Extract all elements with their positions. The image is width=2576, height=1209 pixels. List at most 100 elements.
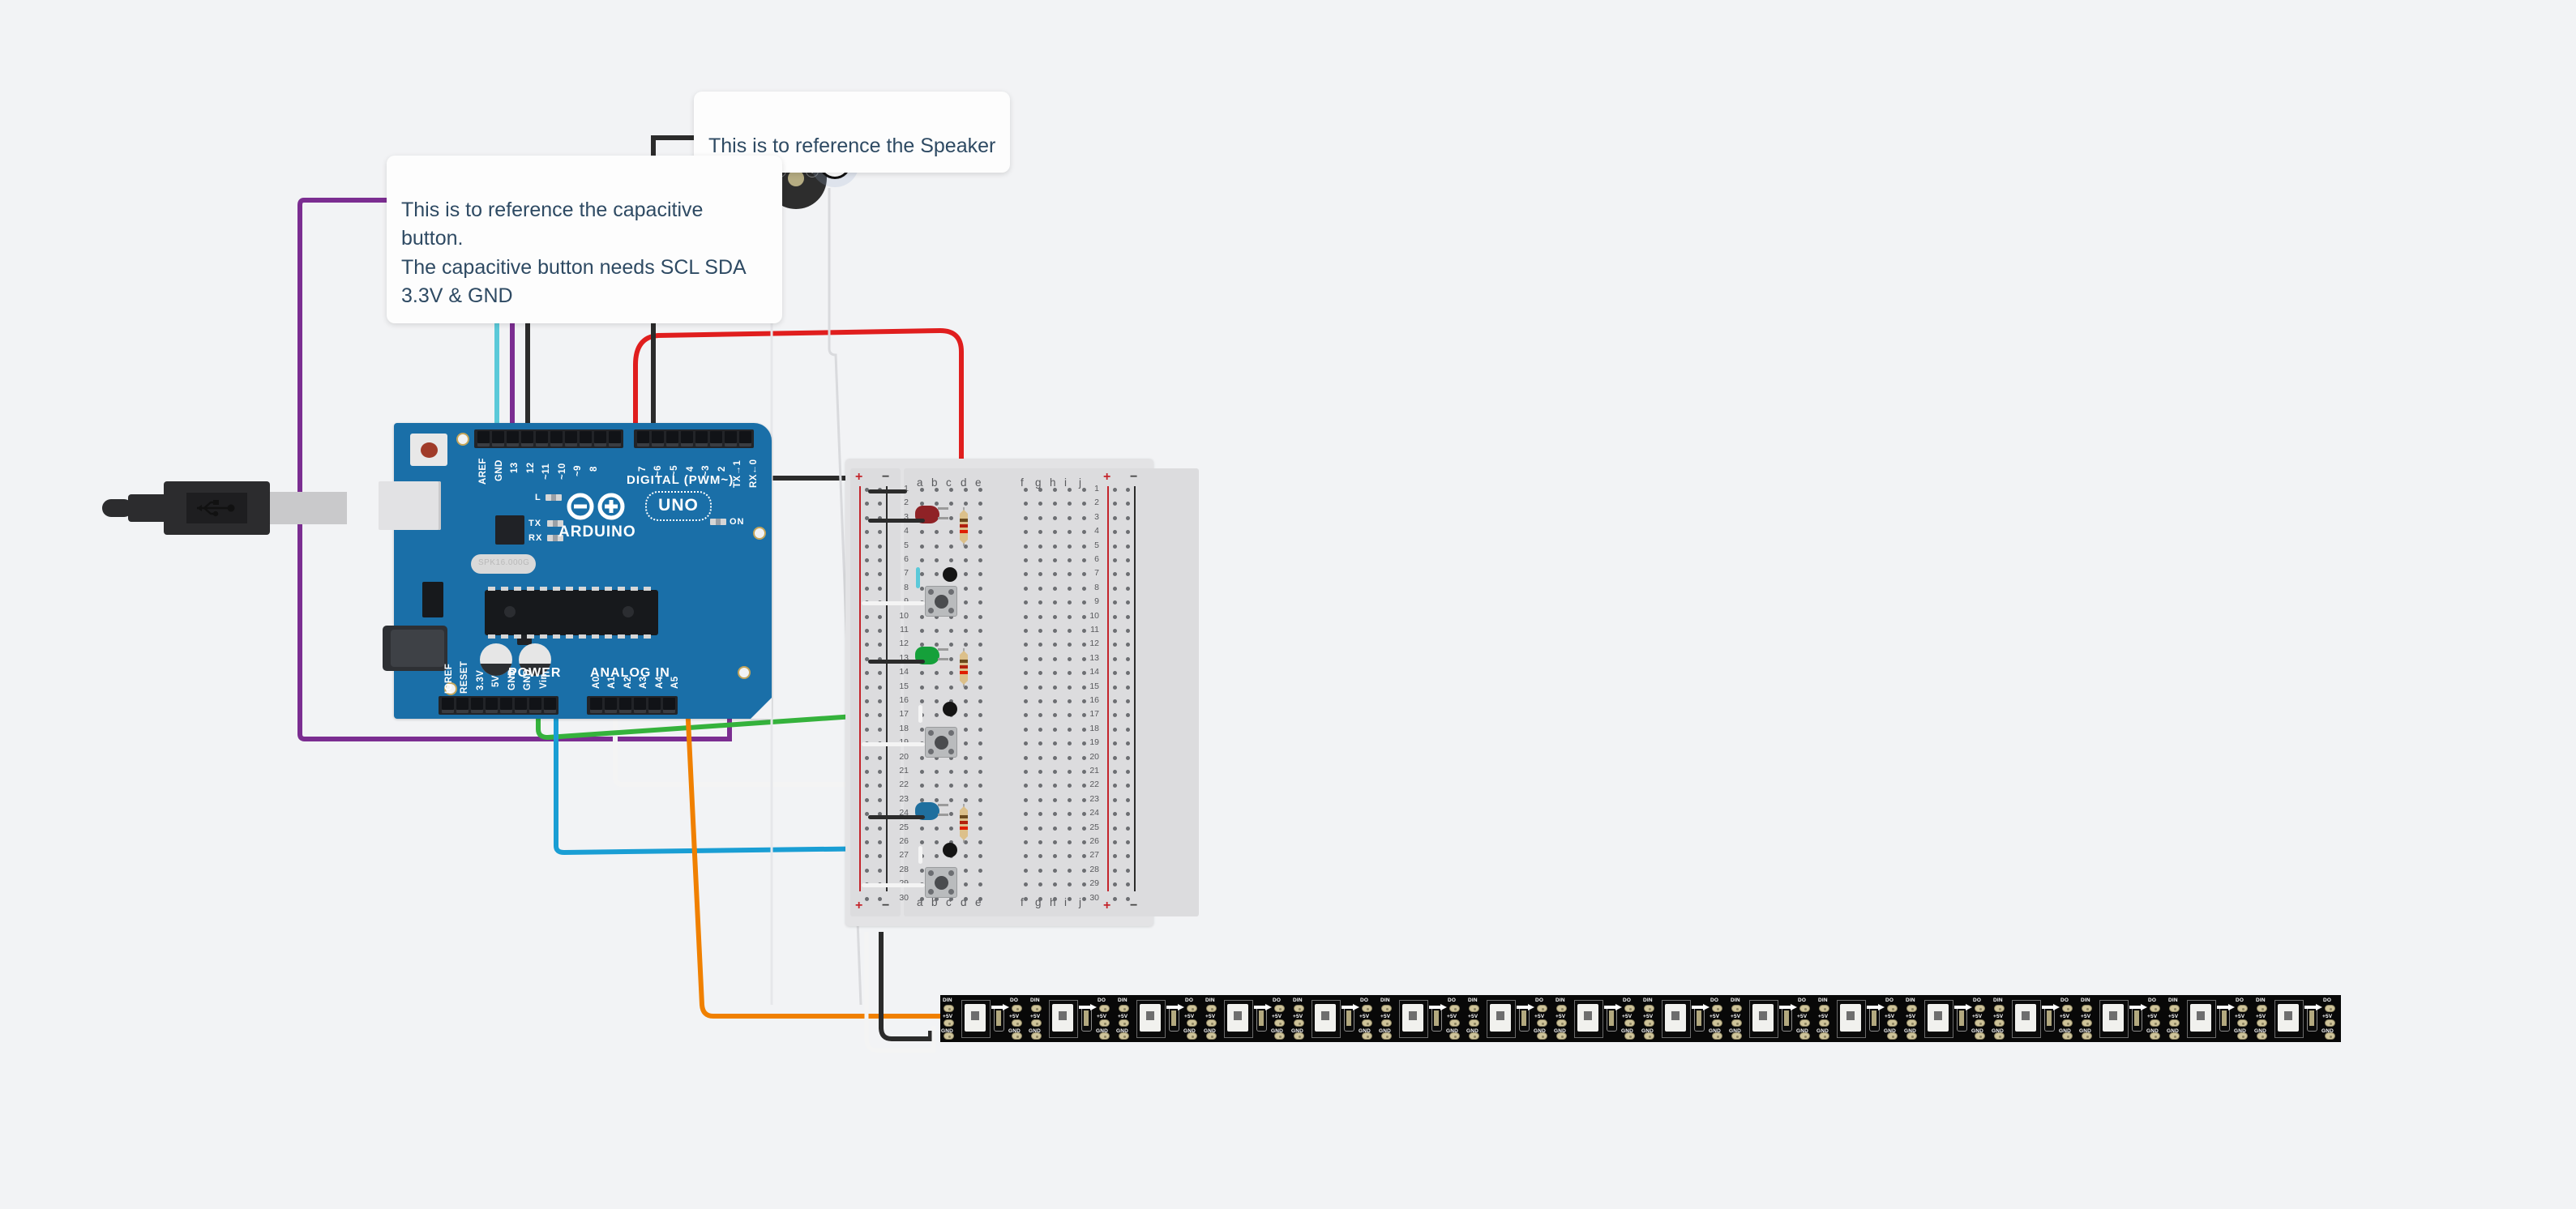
pad-gnd[interactable] <box>2169 1032 2180 1040</box>
bb-hole[interactable] <box>1068 656 1072 661</box>
pad-vcc2[interactable] <box>1712 1019 1722 1027</box>
neopixel-led-strip[interactable]: DIN +5V GND DO +5V GND DIN +5V GND DO +5… <box>940 995 2341 1042</box>
pad-gnd2[interactable] <box>2062 1032 2073 1040</box>
bb-rail-hole[interactable] <box>1126 544 1130 549</box>
pad-din[interactable] <box>1469 1005 1479 1012</box>
bb-hole[interactable] <box>920 699 924 703</box>
bb-rail-hole[interactable] <box>1113 629 1117 633</box>
bb-hole[interactable] <box>935 770 939 774</box>
led-strip-segment[interactable]: DIN +5V GND DO +5V GND <box>1903 995 1991 1042</box>
bb-hole[interactable] <box>935 685 939 690</box>
pad-dout[interactable] <box>2150 1005 2160 1012</box>
bb-hole[interactable] <box>1082 558 1086 562</box>
bb-hole[interactable] <box>920 896 924 901</box>
pad-gnd2[interactable] <box>1712 1032 1722 1040</box>
bb-hole[interactable] <box>1068 826 1072 831</box>
pad-vcc2[interactable] <box>1975 1019 1985 1027</box>
bb-hole[interactable] <box>978 699 982 703</box>
bb-rail-hole[interactable] <box>1113 699 1117 703</box>
bb-hole[interactable] <box>1053 770 1057 774</box>
pad-vcc[interactable] <box>1731 1019 1742 1027</box>
resistor-3[interactable] <box>958 804 969 843</box>
bb-hole[interactable] <box>964 868 968 873</box>
bb-hole[interactable] <box>949 826 953 831</box>
bb-hole[interactable] <box>920 755 924 760</box>
bb-hole[interactable] <box>978 515 982 520</box>
bb-hole[interactable] <box>1024 868 1028 873</box>
bb-hole[interactable] <box>1068 586 1072 591</box>
reset-button[interactable] <box>410 434 447 466</box>
pad-gnd2[interactable] <box>1362 1032 1372 1040</box>
bb-hole[interactable] <box>1082 797 1086 802</box>
bb-hole[interactable] <box>1068 629 1072 633</box>
pad-vcc2[interactable] <box>1187 1019 1197 1027</box>
bb-hole[interactable] <box>935 558 939 562</box>
bb-rail-hole[interactable] <box>1126 868 1130 873</box>
pad-dout[interactable] <box>1187 1005 1197 1012</box>
bb-hole[interactable] <box>1053 515 1057 520</box>
bb-hole[interactable] <box>920 488 924 492</box>
pad-gnd[interactable] <box>1644 1032 1654 1040</box>
pad-vcc[interactable] <box>1994 1019 2005 1027</box>
bb-hole[interactable] <box>964 614 968 619</box>
bb-hole[interactable] <box>920 614 924 619</box>
bb-hole[interactable] <box>964 797 968 802</box>
bb-hole[interactable] <box>1038 840 1042 844</box>
pad-gnd2[interactable] <box>1012 1032 1022 1040</box>
bb-hole[interactable] <box>1053 685 1057 690</box>
bb-hole[interactable] <box>1068 614 1072 619</box>
pad-gnd[interactable] <box>1731 1032 1742 1040</box>
bb-hole[interactable] <box>1053 629 1057 633</box>
bb-rail-hole[interactable] <box>1126 614 1130 619</box>
bb-hole[interactable] <box>1053 797 1057 802</box>
pad-vcc2[interactable] <box>2062 1019 2073 1027</box>
led-strip-segment[interactable]: DIN +5V GND DO +5V GND <box>1991 995 2078 1042</box>
bb-rail-hole[interactable] <box>878 840 882 844</box>
bb-rail-hole[interactable] <box>1126 826 1130 831</box>
bb-rail-hole[interactable] <box>1126 515 1130 520</box>
bb-hole[interactable] <box>1024 629 1028 633</box>
bb-rail-hole[interactable] <box>865 586 869 591</box>
bb-rail-hole[interactable] <box>878 685 882 690</box>
pad-gnd[interactable] <box>1119 1032 1129 1040</box>
pad-vcc[interactable] <box>2082 1019 2092 1027</box>
led-strip-segment[interactable]: DIN +5V GND DO +5V GND <box>1816 995 1903 1042</box>
bb-hole[interactable] <box>949 685 953 690</box>
bb-hole[interactable] <box>978 685 982 690</box>
pad-din[interactable] <box>1031 1005 1042 1012</box>
bb-rail-hole[interactable] <box>865 629 869 633</box>
pad-din[interactable] <box>2257 1005 2267 1012</box>
bb-hole[interactable] <box>1038 614 1042 619</box>
bb-hole[interactable] <box>978 629 982 633</box>
pad-din[interactable] <box>1381 1005 1392 1012</box>
pad-din[interactable] <box>1731 1005 1742 1012</box>
bb-hole[interactable] <box>1038 515 1042 520</box>
bb-hole[interactable] <box>1038 896 1042 901</box>
bb-rail-hole[interactable] <box>1113 826 1117 831</box>
pad-vcc[interactable] <box>1119 1019 1129 1027</box>
bb-rail-hole[interactable] <box>878 868 882 873</box>
circuit-canvas[interactable]: AREF GND 13 12 ~11 ~10 ~9 8 7 ~6 ~5 4 ~3… <box>0 0 2576 1209</box>
bb-hole[interactable] <box>949 629 953 633</box>
pad-gnd2[interactable] <box>1887 1032 1898 1040</box>
bb-rail-hole[interactable] <box>878 770 882 774</box>
bb-rail-hole[interactable] <box>1113 727 1117 732</box>
pad-gnd[interactable] <box>1031 1032 1042 1040</box>
bb-hole[interactable] <box>1082 656 1086 661</box>
bb-hole[interactable] <box>978 896 982 901</box>
pad-dout[interactable] <box>1274 1005 1285 1012</box>
bb-rail-hole[interactable] <box>878 755 882 760</box>
pad-vcc2[interactable] <box>1887 1019 1898 1027</box>
bb-rail-hole[interactable] <box>865 797 869 802</box>
pad-dout[interactable] <box>1537 1005 1547 1012</box>
pad-vcc[interactable] <box>944 1019 954 1027</box>
bb-hole[interactable] <box>920 826 924 831</box>
bb-rail-hole[interactable] <box>878 699 882 703</box>
led-strip-segment[interactable]: DIN +5V GND DO +5V GND <box>940 995 1028 1042</box>
pad-gnd2[interactable] <box>1975 1032 1985 1040</box>
bb-hole[interactable] <box>978 614 982 619</box>
bb-hole[interactable] <box>1024 826 1028 831</box>
pad-gnd[interactable] <box>1906 1032 1917 1040</box>
bb-hole[interactable] <box>1082 896 1086 901</box>
bb-hole[interactable] <box>1053 656 1057 661</box>
